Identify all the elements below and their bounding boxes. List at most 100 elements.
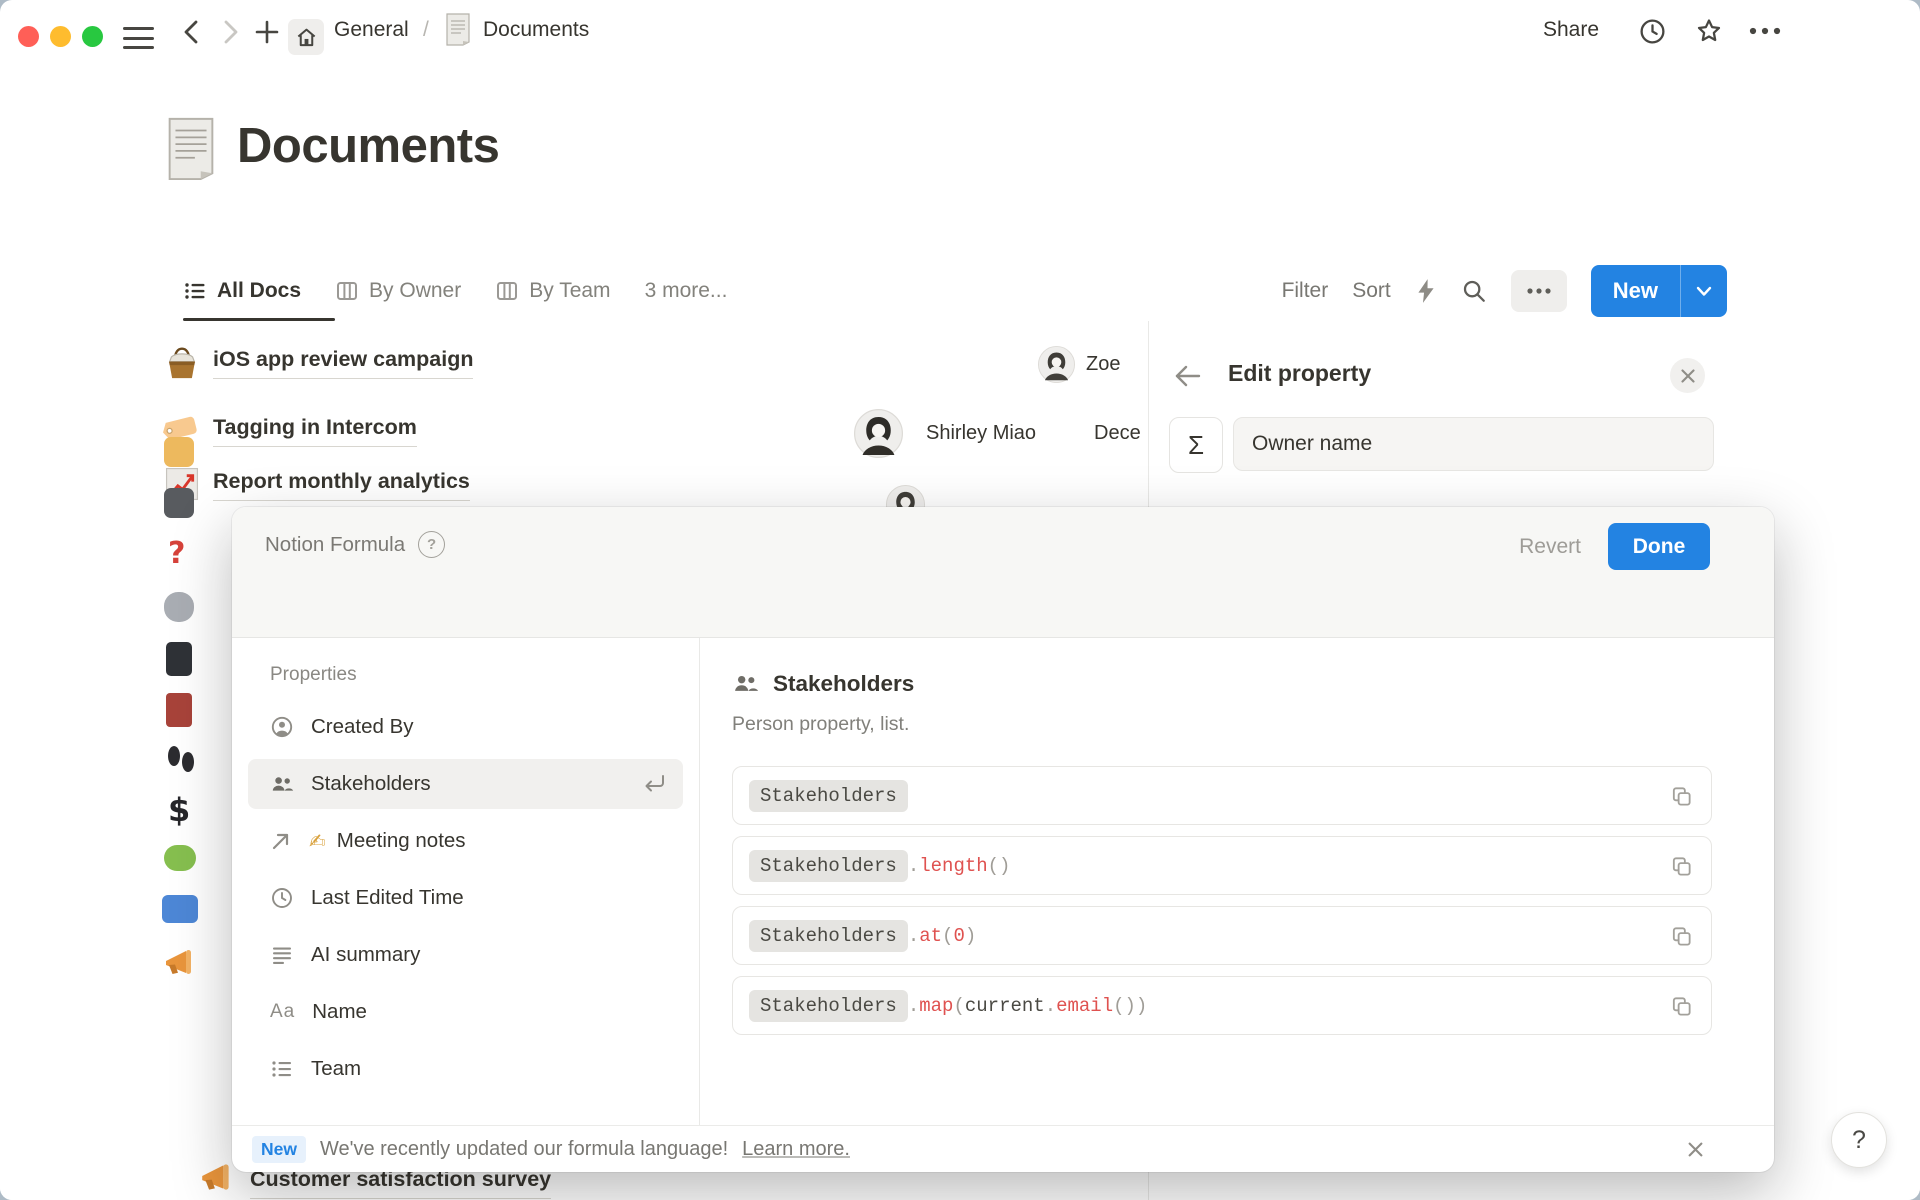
- new-tab-plus-icon[interactable]: [253, 18, 281, 46]
- doc-title-link[interactable]: iOS app review campaign: [213, 347, 473, 379]
- code-number: 0: [953, 925, 964, 947]
- property-label: Team: [311, 1057, 361, 1081]
- tab-by-owner[interactable]: By Owner: [335, 279, 461, 303]
- code-parens: (): [988, 855, 1011, 877]
- property-item-team[interactable]: Team: [248, 1044, 683, 1094]
- favorite-star-icon[interactable]: [1694, 16, 1724, 46]
- mobile-phone-emoji: [166, 642, 192, 676]
- list-view-icon: [183, 279, 207, 303]
- new-badge: New: [252, 1136, 306, 1163]
- table-row[interactable]: iOS app review campaign: [213, 347, 473, 372]
- help-question-icon[interactable]: ?: [418, 531, 445, 558]
- automations-lightning-icon[interactable]: [1415, 278, 1437, 304]
- tab-all-docs[interactable]: All Docs: [183, 279, 301, 303]
- copy-icon[interactable]: [1670, 994, 1693, 1017]
- code-parens: (: [942, 925, 953, 947]
- breadcrumb-current[interactable]: Documents: [483, 18, 589, 42]
- date-cell[interactable]: Dece: [1094, 422, 1141, 445]
- close-icon[interactable]: [1670, 358, 1705, 393]
- view-options-ellipsis-button[interactable]: [1511, 270, 1567, 312]
- copy-icon[interactable]: [1670, 854, 1693, 877]
- property-label: Last Edited Time: [311, 886, 464, 910]
- table-row[interactable]: Report monthly analytics: [213, 469, 470, 494]
- minimize-window-button[interactable]: [50, 26, 71, 47]
- property-label: Meeting notes: [337, 829, 466, 853]
- code-dot: .: [908, 855, 919, 877]
- back-icon[interactable]: [180, 19, 204, 45]
- property-item-ai-summary[interactable]: AI summary: [248, 930, 683, 980]
- formula-example[interactable]: Stakeholders: [732, 766, 1712, 825]
- new-dropdown-button[interactable]: [1680, 265, 1727, 317]
- property-item-last-edited-time[interactable]: Last Edited Time: [248, 873, 683, 923]
- property-item-meeting-notes[interactable]: ✍ Meeting notes: [248, 816, 683, 866]
- code-function: length: [919, 855, 987, 877]
- notion-formula-modal: Notion Formula ? Revert Done Properties …: [232, 507, 1774, 1172]
- text-lines-icon: [270, 943, 294, 967]
- property-label: Created By: [311, 715, 414, 739]
- help-button[interactable]: ?: [1831, 1112, 1887, 1168]
- formula-example[interactable]: Stakeholders . length (): [732, 836, 1712, 895]
- trolleybus-emoji: [162, 895, 198, 923]
- property-item-stakeholders[interactable]: Stakeholders: [248, 759, 683, 809]
- property-name-input[interactable]: [1233, 417, 1714, 471]
- code-parens: ()): [1113, 995, 1147, 1017]
- breadcrumb-separator: /: [423, 18, 429, 42]
- learn-more-link[interactable]: Learn more.: [742, 1138, 850, 1161]
- formula-example[interactable]: Stakeholders . at ( 0 ): [732, 906, 1712, 965]
- tab-by-team[interactable]: By Team: [495, 279, 610, 303]
- property-detail-panel: Stakeholders Person property, list. Stak…: [700, 638, 1774, 1125]
- megaphone-emoji: [162, 945, 198, 979]
- formula-type-button[interactable]: Σ: [1169, 417, 1223, 473]
- search-icon[interactable]: [1461, 278, 1487, 304]
- edit-property-title: Edit property: [1228, 360, 1371, 387]
- doc-title-link[interactable]: Tagging in Intercom: [213, 415, 417, 447]
- property-label: Name: [312, 1000, 367, 1024]
- close-icon[interactable]: [1687, 1141, 1704, 1158]
- revert-button[interactable]: Revert: [1519, 535, 1581, 559]
- formula-example[interactable]: Stakeholders . map ( current . email ()): [732, 976, 1712, 1035]
- breadcrumb-root[interactable]: General: [334, 18, 409, 42]
- new-button[interactable]: New: [1591, 265, 1680, 317]
- page-title-emoji[interactable]: [162, 115, 220, 181]
- flower-playing-cards-emoji: [166, 693, 192, 727]
- property-item-created-by[interactable]: Created By: [248, 702, 683, 752]
- back-arrow-icon[interactable]: [1173, 362, 1203, 390]
- updates-clock-icon[interactable]: [1638, 17, 1667, 46]
- copy-icon[interactable]: [1670, 784, 1693, 807]
- formula-update-banner: New We've recently updated our formula l…: [232, 1125, 1774, 1172]
- red-question-mark-emoji: ?: [168, 536, 185, 571]
- avatar: [854, 409, 903, 458]
- close-window-button[interactable]: [18, 26, 39, 47]
- detail-subtitle: Person property, list.: [732, 713, 1712, 736]
- done-button[interactable]: Done: [1608, 523, 1710, 570]
- property-item-name[interactable]: Aa Name: [248, 987, 683, 1037]
- code-variable: current: [965, 995, 1045, 1017]
- database-toolbar: All Docs By Owner By Team 3 more... Filt…: [0, 262, 1920, 322]
- property-label: Stakeholders: [311, 772, 431, 796]
- doc-title-link[interactable]: Report monthly analytics: [213, 469, 470, 501]
- home-icon: [295, 26, 318, 49]
- board-view-icon: [335, 279, 359, 303]
- zoom-window-button[interactable]: [82, 26, 103, 47]
- copy-icon[interactable]: [1670, 924, 1693, 947]
- code-dot: .: [908, 995, 919, 1017]
- sort-button[interactable]: Sort: [1352, 279, 1391, 303]
- megaphone-emoji: [198, 1159, 236, 1195]
- filter-button[interactable]: Filter: [1282, 279, 1329, 303]
- formula-modal-title: Notion Formula: [265, 533, 405, 557]
- more-options-icon[interactable]: [1748, 25, 1782, 37]
- page-title[interactable]: Documents: [237, 118, 499, 174]
- text-type-icon: Aa: [270, 1001, 295, 1023]
- tab-label: By Owner: [369, 279, 461, 303]
- sidebar-menu-icon[interactable]: [123, 27, 154, 49]
- writing-hand-emoji: ✍: [309, 829, 326, 853]
- person-cell[interactable]: Shirley Miao: [926, 422, 1036, 445]
- share-button[interactable]: Share: [1543, 18, 1599, 42]
- person-cell[interactable]: Zoe: [1086, 353, 1120, 376]
- formula-editor-header[interactable]: Notion Formula ? Revert Done: [232, 507, 1774, 638]
- table-row[interactable]: Tagging in Intercom: [213, 415, 417, 440]
- forward-icon[interactable]: [218, 19, 242, 45]
- tab-more-views[interactable]: 3 more...: [645, 279, 728, 303]
- code-parens: (: [953, 995, 964, 1017]
- home-button[interactable]: [288, 19, 324, 55]
